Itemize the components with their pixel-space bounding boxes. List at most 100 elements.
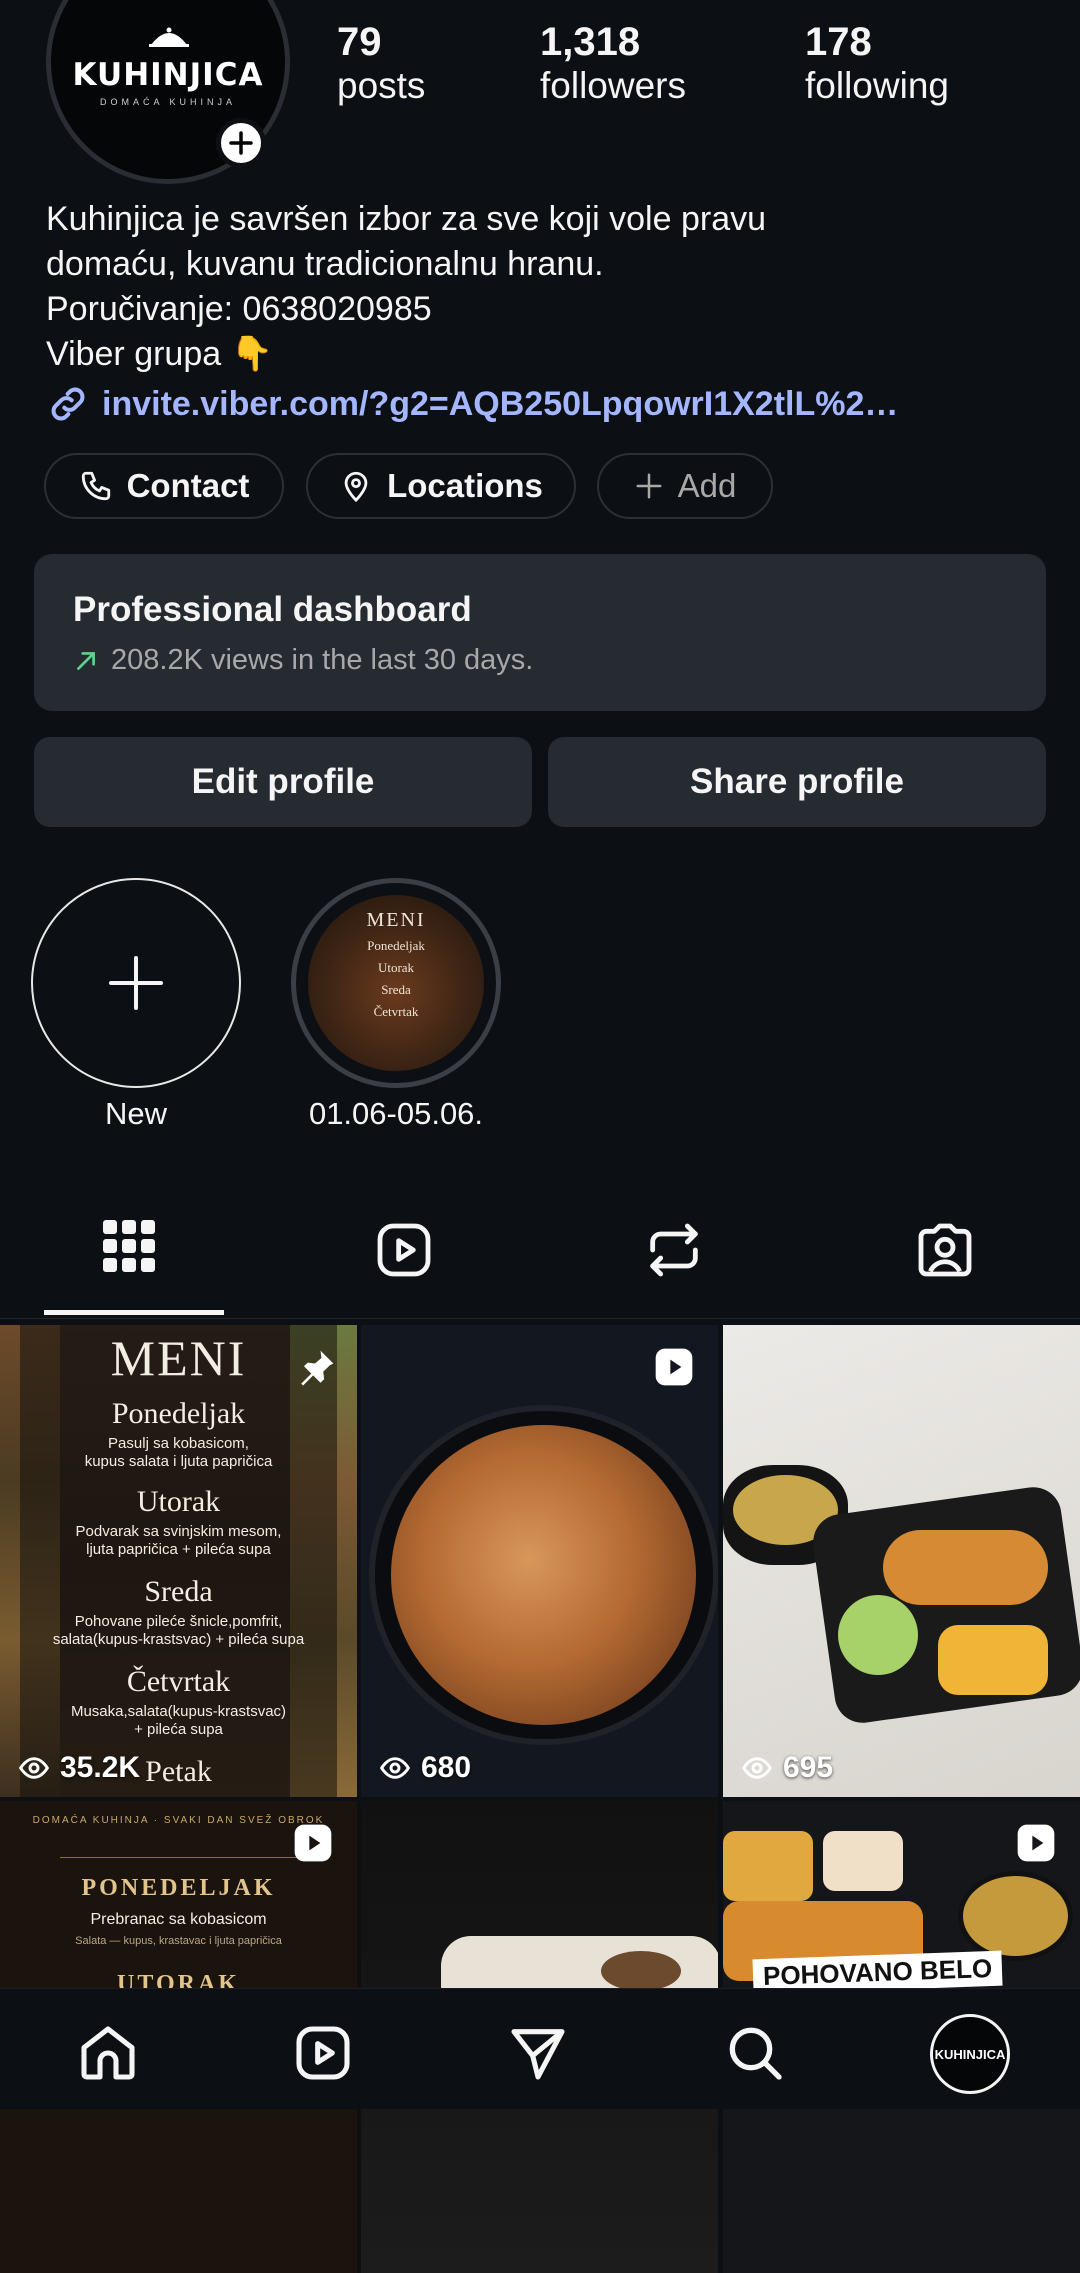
phone-icon <box>81 471 110 501</box>
link-icon <box>51 387 85 421</box>
dashboard-subtitle: 208.2K views in the last 30 days. <box>73 644 533 677</box>
post-views: 695 <box>741 1751 833 1785</box>
highlight-thumb-day: Ponedeljak <box>367 938 425 953</box>
dashboard-title: Professional dashboard <box>73 590 472 629</box>
nav-avatar-text: KUHINJICA <box>934 2046 1006 2062</box>
post-views: 680 <box>379 1751 471 1785</box>
highlight-thumb-day: Četvrtak <box>373 1004 419 1019</box>
logo-text: KUHINJICA <box>72 57 264 93</box>
reel-badge-icon <box>1017 1824 1055 1862</box>
stat-followers-count: 1,318 <box>540 20 641 64</box>
edit-profile-button[interactable]: Edit profile <box>34 737 532 827</box>
grid-post[interactable]: MENI Ponedeljak Pasulj sa kobasicom, kup… <box>0 1325 357 1797</box>
grid-post[interactable]: 680 <box>361 1325 718 1797</box>
cloche-icon <box>149 27 189 47</box>
menu-dish: Podvarak sa svinjskim mesom, <box>75 1523 282 1540</box>
add-label: Add <box>677 467 737 504</box>
active-tab-indicator <box>44 1310 224 1315</box>
menu-day: PONEDELJAK <box>81 1875 276 1901</box>
grid-icon <box>103 1220 155 1272</box>
add-story-button[interactable] <box>216 118 266 168</box>
nav-reels[interactable] <box>290 2020 356 2086</box>
highlight-thumb-day: Sreda <box>381 982 411 997</box>
menu-dish: + pileća supa <box>134 1721 223 1738</box>
repost-icon <box>650 1223 698 1277</box>
trend-up-icon <box>77 651 95 670</box>
bio-line: Poručivanje: 0638020985 <box>46 290 432 328</box>
menu-dish: kupus salata i ljuta papričica <box>84 1453 273 1470</box>
stat-posts[interactable]: 79 posts <box>337 20 425 107</box>
bio-link[interactable]: invite.viber.com/?g2=AQB250LpqowrI1X2tlL… <box>46 382 898 426</box>
plus-icon <box>109 956 163 1010</box>
professional-dashboard-card[interactable] <box>34 554 1046 711</box>
menu-day: Ponedeljak <box>111 1397 246 1430</box>
menu-dish: Prebranac sa kobasicom <box>90 1911 267 1928</box>
bio-line: Viber grupa 👇 <box>46 335 273 373</box>
stat-posts-label: posts <box>337 65 426 106</box>
locations-label: Locations <box>387 467 543 504</box>
stat-following-count: 178 <box>805 20 872 64</box>
food-image <box>391 1425 696 1725</box>
food-image <box>601 1951 681 1991</box>
add-button[interactable]: Add <box>597 453 773 519</box>
eye-icon <box>18 1757 50 1779</box>
post-views-count: 680 <box>421 1751 472 1784</box>
highlight-thumb-title: MENI <box>366 909 426 931</box>
stat-following[interactable]: 178 following <box>805 20 949 107</box>
tab-tagged[interactable] <box>913 1218 977 1287</box>
eye-icon <box>741 1757 773 1779</box>
search-icon <box>729 2027 782 2080</box>
fries-image <box>938 1625 1048 1695</box>
menu-dish: Pasulj sa kobasicom, <box>108 1435 249 1452</box>
post-views-count: 35.2K <box>60 1751 141 1784</box>
tab-reels[interactable] <box>372 1218 436 1287</box>
bio-link-text: invite.viber.com/?g2=AQB250LpqowrI1X2tlL… <box>102 384 899 423</box>
locations-button[interactable]: Locations <box>306 453 576 519</box>
menu-dish: ljuta papričica + pileća supa <box>86 1541 271 1558</box>
nav-home[interactable] <box>75 2020 141 2086</box>
post-views-count: 695 <box>783 1751 834 1784</box>
bio-line: Kuhinjica je savršen izbor za sve koji v… <box>46 200 767 238</box>
fries-image <box>723 1831 813 1901</box>
bio-line: domaću, kuvanu tradicionalnu hranu. <box>46 245 604 283</box>
nav-search[interactable] <box>722 2020 788 2086</box>
reel-badge-icon <box>655 1348 693 1386</box>
reel-badge-icon <box>294 1824 332 1862</box>
post-views: 35.2K <box>18 1751 140 1785</box>
highlight-thumbnail: MENI Ponedeljak Utorak Sreda Četvrtak <box>308 895 484 1071</box>
salad-image <box>838 1595 918 1675</box>
stat-followers[interactable]: 1,318 followers <box>540 20 686 107</box>
logo-subtitle: DOMAĆA KUHINJA <box>99 97 236 107</box>
soup-image <box>958 1871 1073 1961</box>
menu-dish: Musaka,salata(kupus-krastsvac) <box>70 1703 287 1720</box>
tab-reposts[interactable] <box>642 1218 706 1287</box>
dashboard-views: 208.2K views in the last 30 days. <box>111 644 534 676</box>
stat-posts-count: 79 <box>337 20 382 64</box>
highlight-story[interactable]: MENI Ponedeljak Utorak Sreda Četvrtak <box>291 878 501 1088</box>
highlight-story-label: 01.06-05.06. <box>308 1096 484 1131</box>
stat-followers-label: followers <box>540 65 686 106</box>
contact-button[interactable]: Contact <box>44 453 284 519</box>
pin-icon <box>301 1350 334 1386</box>
location-pin-icon <box>344 471 368 503</box>
contact-label: Contact <box>126 467 250 504</box>
menu-dish: salata(kupus-krastsvac) + pileća supa <box>52 1631 305 1648</box>
menu-day: Četvrtak <box>126 1665 231 1698</box>
menu-dish: Salata — kupus, krastavac i ljuta paprič… <box>75 1935 282 1947</box>
menu-day: Sreda <box>144 1575 213 1608</box>
tab-divider <box>0 1318 1080 1319</box>
new-highlight-button[interactable] <box>31 878 241 1088</box>
schnitzel-image <box>883 1530 1048 1605</box>
home-icon <box>81 2026 135 2080</box>
eye-icon <box>379 1757 411 1779</box>
highlight-thumb-day: Utorak <box>377 960 415 975</box>
salad-image <box>823 1831 903 1891</box>
stat-following-label: following <box>805 65 949 106</box>
grid-post[interactable]: 695 <box>723 1325 1080 1797</box>
nav-direct-messages[interactable] <box>505 2020 571 2086</box>
plus-icon <box>636 473 662 499</box>
tab-grid[interactable] <box>101 1218 157 1279</box>
share-profile-button[interactable]: Share profile <box>548 737 1046 827</box>
nav-profile-avatar[interactable]: KUHINJICA <box>930 2014 1010 2094</box>
reels-icon <box>296 2026 350 2080</box>
